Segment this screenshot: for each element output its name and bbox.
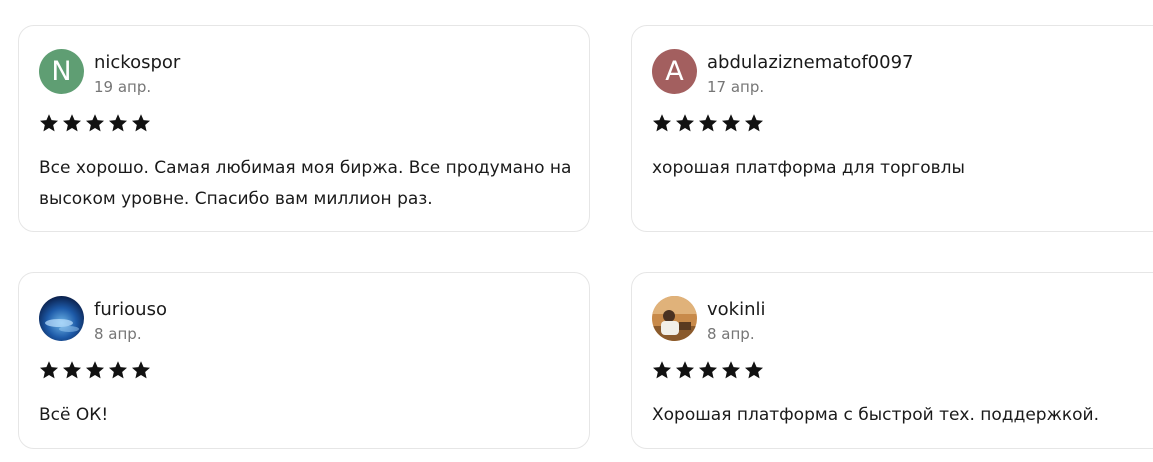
star-icon: [40, 114, 58, 132]
review-card: A abdulaziznematof0097 17 апр. хорошая п…: [631, 25, 1153, 232]
review-author: nickospor: [94, 52, 181, 73]
star-icon: [699, 114, 717, 132]
star-icon: [653, 361, 671, 379]
star-icon: [653, 114, 671, 132]
star-icon: [132, 361, 150, 379]
review-card: vokinli 8 апр. Хорошая платформа с быстр…: [631, 272, 1153, 449]
star-icon: [676, 361, 694, 379]
star-rating: [652, 113, 764, 133]
review-text: Всё ОК!: [39, 405, 109, 425]
avatar: A: [652, 49, 697, 94]
avatar-letter: A: [665, 56, 684, 87]
review-card: N nickospor 19 апр. Все хорошо. Самая лю…: [18, 25, 590, 232]
star-icon: [722, 361, 740, 379]
star-rating: [39, 360, 151, 380]
star-icon: [86, 114, 104, 132]
avatar: N: [39, 49, 84, 94]
review-date: 8 апр.: [94, 325, 142, 343]
star-icon: [40, 361, 58, 379]
star-icon: [132, 114, 150, 132]
review-author: abdulaziznematof0097: [707, 52, 914, 73]
star-icon: [676, 114, 694, 132]
review-text: Все хорошо. Самая любимая моя биржа. Все…: [39, 158, 572, 209]
review-date: 8 апр.: [707, 325, 755, 343]
review-author: furiouso: [94, 299, 167, 320]
star-icon: [109, 361, 127, 379]
review-date: 17 апр.: [707, 78, 765, 96]
star-icon: [745, 361, 763, 379]
star-icon: [745, 114, 763, 132]
photo-avatar-icon: [39, 296, 84, 341]
review-date: 19 апр.: [94, 78, 152, 96]
star-icon: [699, 361, 717, 379]
star-icon: [63, 361, 81, 379]
review-text: Хорошая платформа с быстрой тех. поддерж…: [652, 405, 1100, 425]
photo-avatar-icon: [652, 296, 697, 341]
review-author: vokinli: [707, 299, 766, 320]
star-rating: [652, 360, 764, 380]
star-icon: [109, 114, 127, 132]
avatar-letter: N: [51, 56, 72, 87]
review-text: хорошая платформа для торговлы: [652, 158, 965, 178]
star-rating: [39, 113, 151, 133]
star-icon: [63, 114, 81, 132]
star-icon: [722, 114, 740, 132]
review-card: furiouso 8 апр. Всё ОК!: [18, 272, 590, 449]
star-icon: [86, 361, 104, 379]
